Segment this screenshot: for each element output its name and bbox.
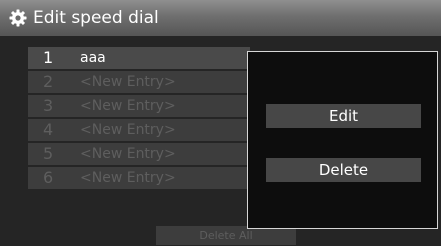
entry-name: <New Entry> xyxy=(80,98,176,114)
speed-dial-entry-2[interactable]: 2 <New Entry> xyxy=(28,71,250,93)
speed-dial-entry-4[interactable]: 4 <New Entry> xyxy=(28,119,250,141)
gear-icon xyxy=(9,9,27,27)
entry-name: <New Entry> xyxy=(80,74,176,90)
edit-button[interactable]: Edit xyxy=(266,104,421,128)
title-bar: Edit speed dial xyxy=(0,0,441,36)
entry-number: 6 xyxy=(43,168,54,187)
entry-number: 5 xyxy=(43,144,54,163)
entry-name: <New Entry> xyxy=(80,170,176,186)
page-title: Edit speed dial xyxy=(33,8,159,28)
entry-options-popup: Edit Delete xyxy=(247,51,438,229)
entry-number: 1 xyxy=(43,48,54,67)
speed-dial-entry-1[interactable]: 1 aaa xyxy=(28,47,250,69)
edit-speed-dial-screen: Edit speed dial 1 aaa 2 <New Entry> 3 <N… xyxy=(0,0,441,246)
entry-number: 3 xyxy=(43,96,54,115)
entry-number: 2 xyxy=(43,72,54,91)
speed-dial-entry-6[interactable]: 6 <New Entry> xyxy=(28,167,250,189)
entry-name: <New Entry> xyxy=(80,122,176,138)
entry-name: <New Entry> xyxy=(80,146,176,162)
delete-button[interactable]: Delete xyxy=(266,158,421,182)
speed-dial-entry-3[interactable]: 3 <New Entry> xyxy=(28,95,250,117)
speed-dial-list: 1 aaa 2 <New Entry> 3 <New Entry> 4 <New… xyxy=(28,47,250,191)
speed-dial-entry-5[interactable]: 5 <New Entry> xyxy=(28,143,250,165)
entry-name: aaa xyxy=(80,50,106,66)
entry-number: 4 xyxy=(43,120,54,139)
